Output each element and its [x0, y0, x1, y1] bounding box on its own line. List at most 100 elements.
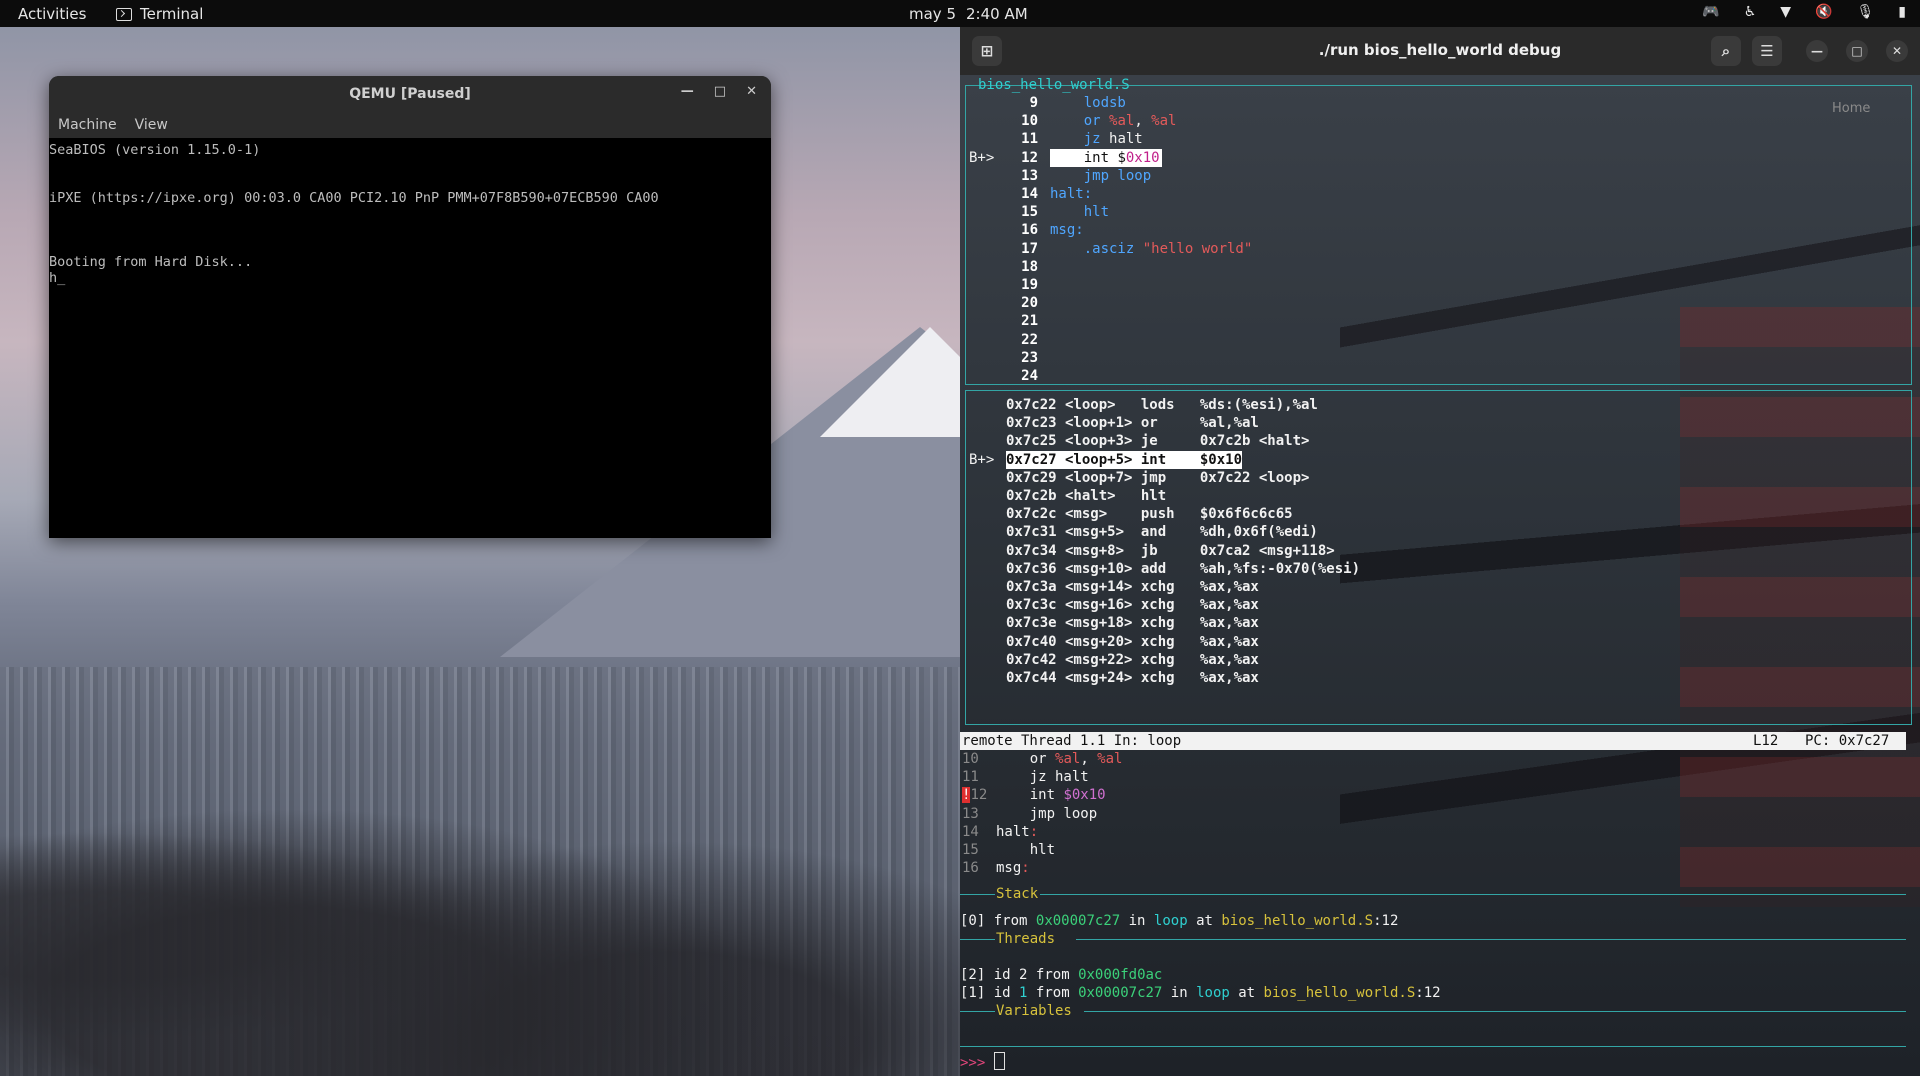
code-token: %al [1097, 751, 1123, 767]
line-number: 13 [962, 805, 979, 822]
line-number: 11 [1021, 131, 1038, 148]
code-token: int [996, 787, 1064, 804]
source-code: hlt [1050, 203, 1111, 221]
app-name: Terminal [140, 5, 204, 23]
wallpaper-trees [0, 727, 960, 1076]
code-token: hlt [1050, 204, 1110, 221]
thread-row: [1] id 1 from 0x00007c27 in loop at bios… [960, 984, 1441, 1002]
code-token: %al [1109, 113, 1135, 130]
asm-instruction: 0x7c2c <msg> push $0x6f6c6c65 [1006, 506, 1293, 523]
gdb-status-bar: remote Thread 1.1 In: loop L12 PC: 0x7c2… [960, 732, 1906, 750]
accessibility-icon[interactable]: ♿ [1744, 4, 1757, 20]
thread-from: from [1035, 985, 1070, 1001]
menu-view[interactable]: View [135, 117, 168, 133]
source-code: halt: [996, 823, 1038, 841]
line-number: 20 [1021, 295, 1038, 312]
hamburger-menu-icon[interactable]: ☰ [1752, 36, 1782, 66]
thread-address: 0x00007c27 [1078, 985, 1163, 1001]
line-number: 16 [1021, 222, 1038, 239]
wifi-icon[interactable]: ▼ [1780, 4, 1791, 20]
code-token: : [1021, 860, 1030, 877]
code-token: msg: [1050, 222, 1084, 239]
screen-line: Booting from Hard Disk... [49, 254, 253, 270]
gdb-prompt-line[interactable]: >>> [960, 1052, 1005, 1072]
source-code: or %al, %al [1050, 112, 1178, 130]
source-pane-title: bios_hello_world.S [978, 77, 1130, 93]
line-number: 24 [1021, 368, 1038, 384]
mic-muted-icon[interactable]: 🎙 [1857, 4, 1875, 20]
frame-index: [0] [960, 913, 986, 929]
section-variables-title: Variables [996, 1003, 1072, 1019]
text-cursor[interactable] [993, 1052, 1005, 1070]
code-token: int [1050, 149, 1118, 166]
qemu-title: QEMU [Paused] [349, 86, 471, 102]
thread-from: from [1035, 967, 1070, 983]
battery-icon[interactable]: ▮ [1898, 4, 1906, 20]
code-token: "hello world" [1142, 240, 1253, 257]
activities-button[interactable]: Activities [18, 5, 86, 23]
qemu-menubar: Machine View [49, 112, 771, 138]
qemu-screen[interactable]: SeaBIOS (version 1.15.0-1) iPXE (https:/… [49, 138, 771, 538]
close-button[interactable]: ✕ [1886, 40, 1908, 62]
frame-file: bios_hello_world.S [1221, 913, 1374, 929]
source-code: .asciz "hello world" [1050, 240, 1254, 258]
code-token: 0x10 [1125, 149, 1160, 166]
thread-in: in [1170, 985, 1188, 1001]
line-number: 13 [1021, 167, 1038, 184]
volume-muted-icon[interactable]: 🔇 [1815, 4, 1832, 20]
menu-machine[interactable]: Machine [58, 117, 117, 133]
line-number: 10 [962, 751, 979, 767]
status-pc: PC: 0x7c27 [1805, 733, 1890, 749]
asm-instruction: 0x7c25 <loop+3> je 0x7c2b <halt> [1006, 433, 1310, 450]
line-number: 10 [1021, 113, 1038, 130]
qemu-window[interactable]: QEMU [Paused] — □ ✕ Machine View SeaBIOS… [49, 76, 771, 538]
code-token: %al [1055, 751, 1081, 767]
source-pane[interactable]: bios_hello_world.S 9 lodsb 10 or %al, %al… [965, 77, 1912, 385]
asm-instruction: 0x7c40 <msg+20> xchg %ax,%ax [1006, 633, 1259, 650]
source-code: jz halt [1050, 130, 1145, 148]
clock-button[interactable]: may 5 2:40 AM [909, 5, 1038, 23]
frame-address: 0x00007c27 [1035, 913, 1121, 929]
frame-function: loop [1153, 913, 1188, 929]
qemu-titlebar[interactable]: QEMU [Paused] — □ ✕ [49, 76, 771, 112]
code-token: lodsb [1050, 95, 1126, 111]
discord-icon[interactable]: 🎮 [1702, 4, 1719, 20]
code-token: jz halt [996, 769, 1089, 786]
thread-file: bios_hello_world.S [1263, 985, 1416, 1001]
minimize-button[interactable]: — [1806, 40, 1828, 62]
thread-line: :12 [1415, 985, 1441, 1001]
close-button[interactable]: ✕ [746, 84, 757, 99]
terminal-window[interactable]: ⊞ ./run bios_hello_world debug ⌕ ☰ — □ ✕… [960, 27, 1920, 1076]
code-token: halt: [1050, 186, 1093, 202]
source-code: jz halt [996, 768, 1089, 786]
code-token: hlt [996, 842, 1056, 858]
asm-instruction: 0x7c3e <msg+18> xchg %ax,%ax [1006, 615, 1259, 632]
code-token: halt [1109, 131, 1143, 148]
app-menu-terminal[interactable]: Terminal [116, 5, 203, 23]
system-tray[interactable]: 🎮 ♿ ▼ 🔇 🎙 ▮ [1702, 4, 1906, 20]
thread-index: [2] [960, 967, 986, 983]
search-icon[interactable]: ⌕ [1711, 36, 1741, 66]
disassembly-pane[interactable]: 0x7c22 <loop> lods %ds:(%esi),%al 0x7c23 … [965, 390, 1912, 725]
thread-at: at [1238, 985, 1256, 1001]
stack-frame: [0] from 0x00007c27 in loop at bios_hell… [960, 912, 1398, 930]
source-code: int $0x10 [1050, 148, 1162, 167]
screen-line: SeaBIOS (version 1.15.0-1) [49, 142, 261, 158]
terminal-header[interactable]: ⊞ ./run bios_hello_world debug ⌕ ☰ — □ ✕ [960, 27, 1920, 75]
breakpoint-marker: B+> [969, 451, 995, 468]
code-token: %al [1151, 113, 1177, 130]
code-token: halt [996, 823, 1030, 840]
screen-line: iPXE (https://ipxe.org) 00:03.0 CA00 PCI… [49, 190, 659, 206]
code-token: jmp loop [1050, 167, 1152, 184]
thread-function: loop [1196, 985, 1230, 1001]
maximize-button[interactable]: □ [714, 84, 726, 99]
source-code: jmp loop [996, 805, 1097, 823]
thread-index: [1] [960, 985, 986, 1001]
code-token: or [1050, 113, 1110, 130]
minimize-button[interactable]: — [681, 84, 694, 99]
section-threads-title: Threads [996, 931, 1056, 947]
time-label: 2:40 AM [966, 5, 1028, 23]
source-code: msg: [996, 859, 1030, 877]
asm-instruction: 0x7c3c <msg+16> xchg %ax,%ax [1006, 597, 1259, 614]
maximize-button[interactable]: □ [1846, 40, 1868, 62]
